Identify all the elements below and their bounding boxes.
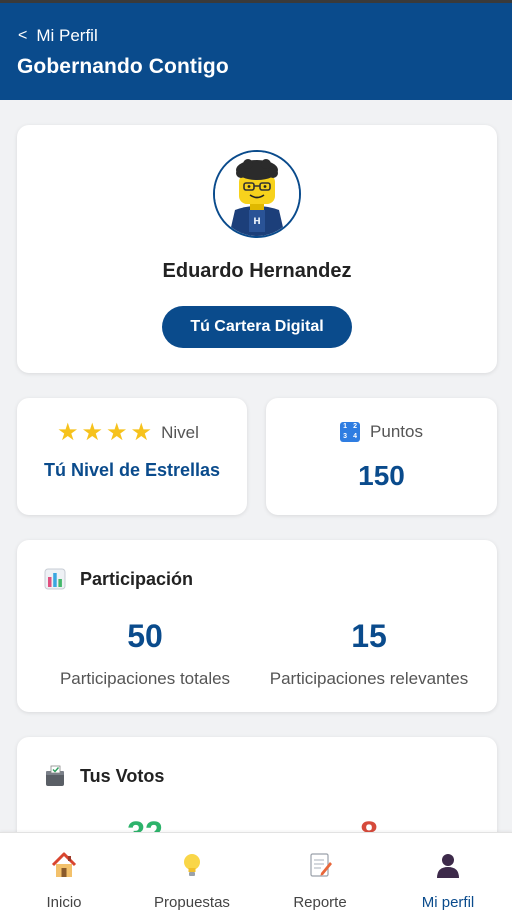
star-icon: ★ (57, 419, 79, 446)
nav-label-inicio: Inicio (46, 894, 82, 911)
lightbulb-icon (184, 854, 200, 876)
bar-chart-icon (44, 568, 66, 590)
votes-header: Tus Votos (44, 765, 164, 787)
relevant-participations-label: Participaciones relevantes (269, 669, 469, 688)
relevant-participations-value: 15 (351, 618, 387, 654)
participation-header: Participación (44, 568, 193, 590)
level-value: Tú Nivel de Estrellas (43, 460, 221, 480)
level-card[interactable]: ★ ★ ★ ★ Nivel Tú Nivel de Estrellas (17, 398, 247, 515)
profile-card: H Eduardo Hernandez Tú Cartera Digital (17, 125, 497, 373)
stars-row: ★ ★ ★ ★ Nivel (57, 421, 199, 445)
points-header: 1234 Puntos (266, 422, 497, 442)
memo-icon (310, 853, 332, 877)
page-title: Gobernando Contigo (17, 55, 229, 78)
star-icon: ★ (130, 419, 153, 446)
level-label: Nivel (161, 423, 199, 442)
svg-text:H: H (253, 217, 261, 227)
user-name: Eduardo Hernandez (162, 260, 352, 282)
back-link[interactable]: < Mi Perfil (18, 26, 98, 46)
nav-item-mi-perfil[interactable]: Mi perfil (384, 833, 512, 912)
bottom-navigation: Inicio Propuestas Reporte Mi perfil (0, 832, 512, 912)
user-silhouette-icon (437, 854, 459, 878)
chevron-left-icon: < (18, 27, 28, 44)
star-icon: ★ (106, 419, 128, 446)
total-participations-stat: 50 Participaciones totales (39, 618, 251, 689)
nav-label-reporte: Reporte (293, 894, 347, 911)
app-header: < Mi Perfil Gobernando Contigo (0, 3, 512, 100)
nav-item-propuestas[interactable]: Propuestas (128, 833, 256, 912)
points-label: Puntos (370, 422, 423, 441)
star-icon: ★ (81, 419, 104, 446)
house-icon (51, 852, 77, 877)
participation-title: Participación (80, 568, 194, 589)
total-participations-value: 50 (127, 618, 163, 654)
avatar[interactable]: H (213, 150, 301, 238)
digital-wallet-button[interactable]: Tú Cartera Digital (162, 306, 352, 348)
points-card[interactable]: 1234 Puntos 150 (266, 398, 497, 515)
nav-item-inicio[interactable]: Inicio (0, 833, 128, 912)
lego-avatar-icon: H (215, 152, 299, 236)
nav-label-mi-perfil: Mi perfil (421, 894, 475, 911)
participation-card: Participación 50 Participaciones totales… (17, 540, 497, 712)
ballot-box-icon (46, 765, 64, 786)
relevant-participations-stat: 15 Participaciones relevantes (261, 618, 477, 689)
nav-label-propuestas: Propuestas (154, 894, 230, 911)
back-label: Mi Perfil (36, 26, 98, 45)
total-participations-label: Participaciones totales (59, 669, 231, 688)
nav-item-reporte[interactable]: Reporte (256, 833, 384, 912)
numbers-icon: 1234 (340, 422, 361, 442)
votes-title: Tus Votos (80, 765, 165, 786)
points-value: 150 (358, 460, 405, 491)
